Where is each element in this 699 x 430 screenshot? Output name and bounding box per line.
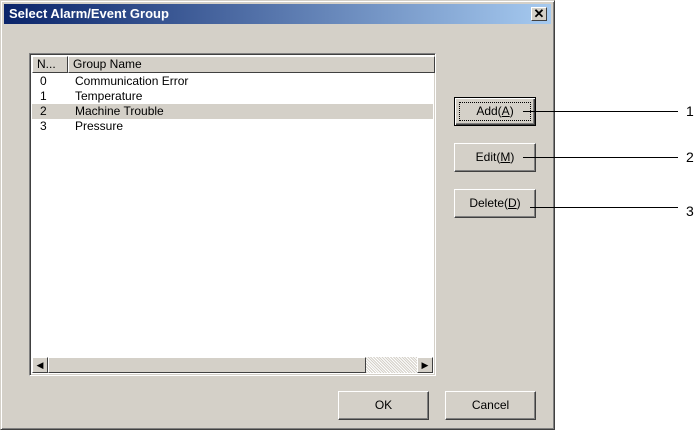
column-header-number[interactable]: N... xyxy=(32,56,68,73)
group-list-view[interactable]: N... Group Name 0 Communication Error 1 … xyxy=(29,53,436,376)
cancel-button[interactable]: Cancel xyxy=(445,391,536,420)
add-button-mnemonic: A xyxy=(501,104,510,118)
delete-button-label-prefix: Delete( xyxy=(469,196,508,210)
row-number: 2 xyxy=(40,104,47,118)
column-header-group-name[interactable]: Group Name xyxy=(68,56,435,73)
add-button-label-suffix: ) xyxy=(509,104,514,118)
arrow-right-icon: ▶ xyxy=(421,360,429,370)
list-header: N... Group Name xyxy=(32,56,435,73)
close-button[interactable]: ✕ xyxy=(531,7,547,21)
title-bar: Select Alarm/Event Group ✕ xyxy=(4,4,551,24)
row-group-name: Communication Error xyxy=(75,74,189,88)
scroll-right-button[interactable]: ▶ xyxy=(417,357,433,373)
list-row-1[interactable]: 1 Temperature xyxy=(32,89,433,104)
delete-button[interactable]: Delete(D) xyxy=(454,189,536,218)
dialog-title: Select Alarm/Event Group xyxy=(9,6,169,21)
row-number: 3 xyxy=(40,119,47,133)
edit-button-label-suffix: ) xyxy=(510,150,515,164)
ok-button[interactable]: OK xyxy=(338,391,429,420)
row-number: 1 xyxy=(40,89,47,103)
row-group-name: Machine Trouble xyxy=(75,104,164,118)
row-group-name: Temperature xyxy=(75,89,143,103)
arrow-left-icon: ◀ xyxy=(36,360,44,370)
list-row-3[interactable]: 3 Pressure xyxy=(32,119,433,134)
callout-line-3 xyxy=(530,207,678,208)
callout-number-2: 2 xyxy=(686,149,694,165)
edit-button-label-prefix: Edit( xyxy=(475,150,501,164)
horizontal-scrollbar[interactable]: ◀ ▶ xyxy=(32,357,433,373)
edit-button-mnemonic: M xyxy=(500,150,511,164)
list-row-0[interactable]: 0 Communication Error xyxy=(32,74,433,89)
callout-line-1 xyxy=(523,111,678,112)
callout-number-1: 1 xyxy=(686,103,694,119)
list-body: 0 Communication Error 1 Temperature 2 Ma… xyxy=(32,74,433,354)
delete-button-mnemonic: D xyxy=(508,196,517,210)
scrollbar-thumb[interactable] xyxy=(48,357,366,373)
scroll-left-button[interactable]: ◀ xyxy=(32,357,48,373)
callout-number-3: 3 xyxy=(686,203,694,219)
close-icon: ✕ xyxy=(533,6,545,21)
callout-line-2 xyxy=(523,157,678,158)
row-group-name: Pressure xyxy=(75,119,124,133)
row-number: 0 xyxy=(40,74,47,88)
list-row-2[interactable]: 2 Machine Trouble xyxy=(32,104,433,119)
add-button-label-prefix: Add( xyxy=(476,104,502,118)
select-alarm-event-group-dialog: Select Alarm/Event Group ✕ N... Group Na… xyxy=(0,0,555,430)
delete-button-label-suffix: ) xyxy=(516,196,521,210)
